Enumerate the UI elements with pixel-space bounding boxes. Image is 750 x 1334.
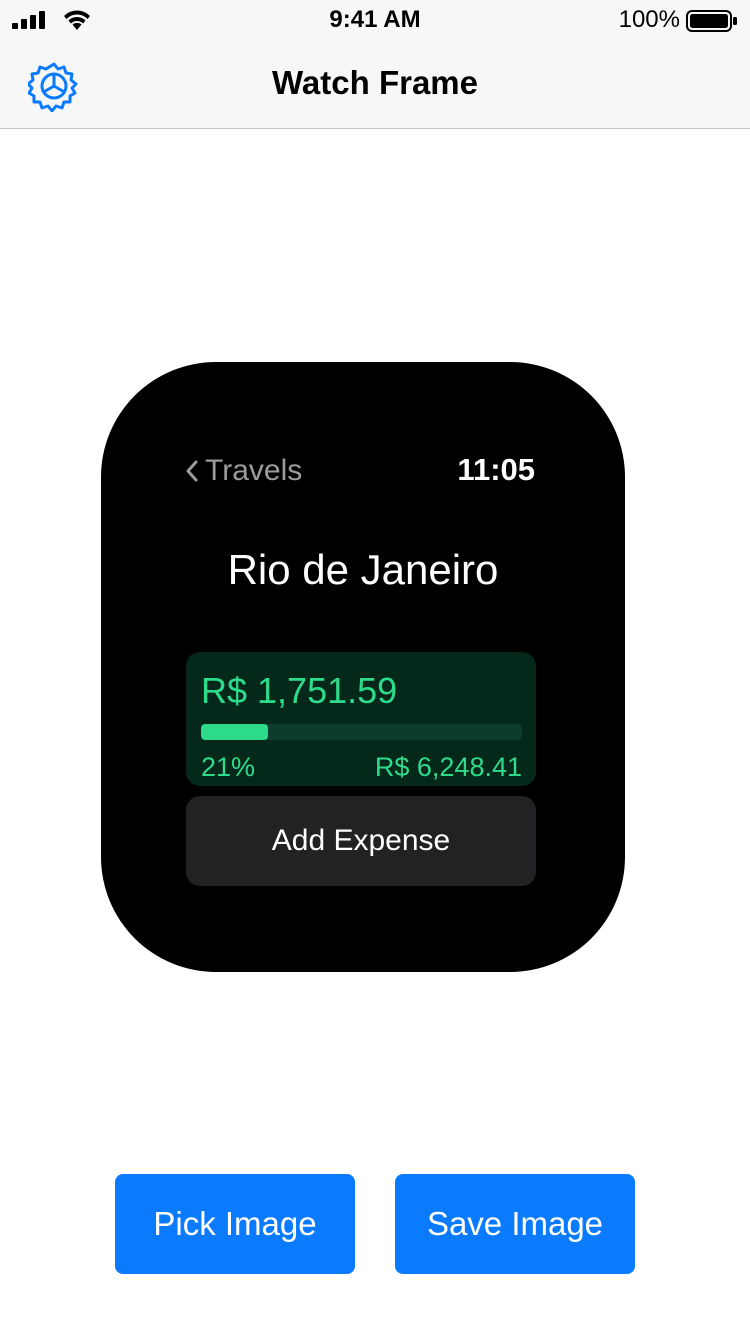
amount-remaining: R$ 6,248.41 [374, 752, 522, 782]
page-title: Watch Frame [272, 64, 478, 101]
budget-progress-bar [201, 724, 522, 740]
trip-title: Rio de Janeiro [227, 546, 499, 593]
watch-frame: Travels 11:05 Rio de Janeiro R$ 1,751.59… [101, 362, 625, 972]
status-bar: 9:41 AM 100% [0, 0, 750, 40]
watch-back-button[interactable]: Travels [185, 454, 302, 488]
navigation-bar: Watch Frame [0, 40, 750, 129]
progress-percent: 21% [201, 752, 256, 782]
add-expense-button[interactable]: Add Expense [186, 796, 536, 886]
budget-progress-fill [201, 724, 269, 740]
battery-percent: 100% [618, 6, 680, 33]
app-screen: 9:41 AM 100% Watch Frame Travels 11:05 R… [0, 0, 750, 1334]
budget-card: R$ 1,751.59 21% R$ 6,248.41 [186, 652, 536, 786]
watch-back-label: Travels [205, 454, 303, 487]
chevron-left-icon [186, 460, 198, 482]
save-image-button[interactable]: Save Image [395, 1174, 635, 1274]
watch-time: 11:05 [457, 452, 535, 487]
battery-icon [686, 10, 737, 32]
amount-spent: R$ 1,751.59 [201, 670, 398, 711]
pick-image-button[interactable]: Pick Image [115, 1174, 355, 1274]
